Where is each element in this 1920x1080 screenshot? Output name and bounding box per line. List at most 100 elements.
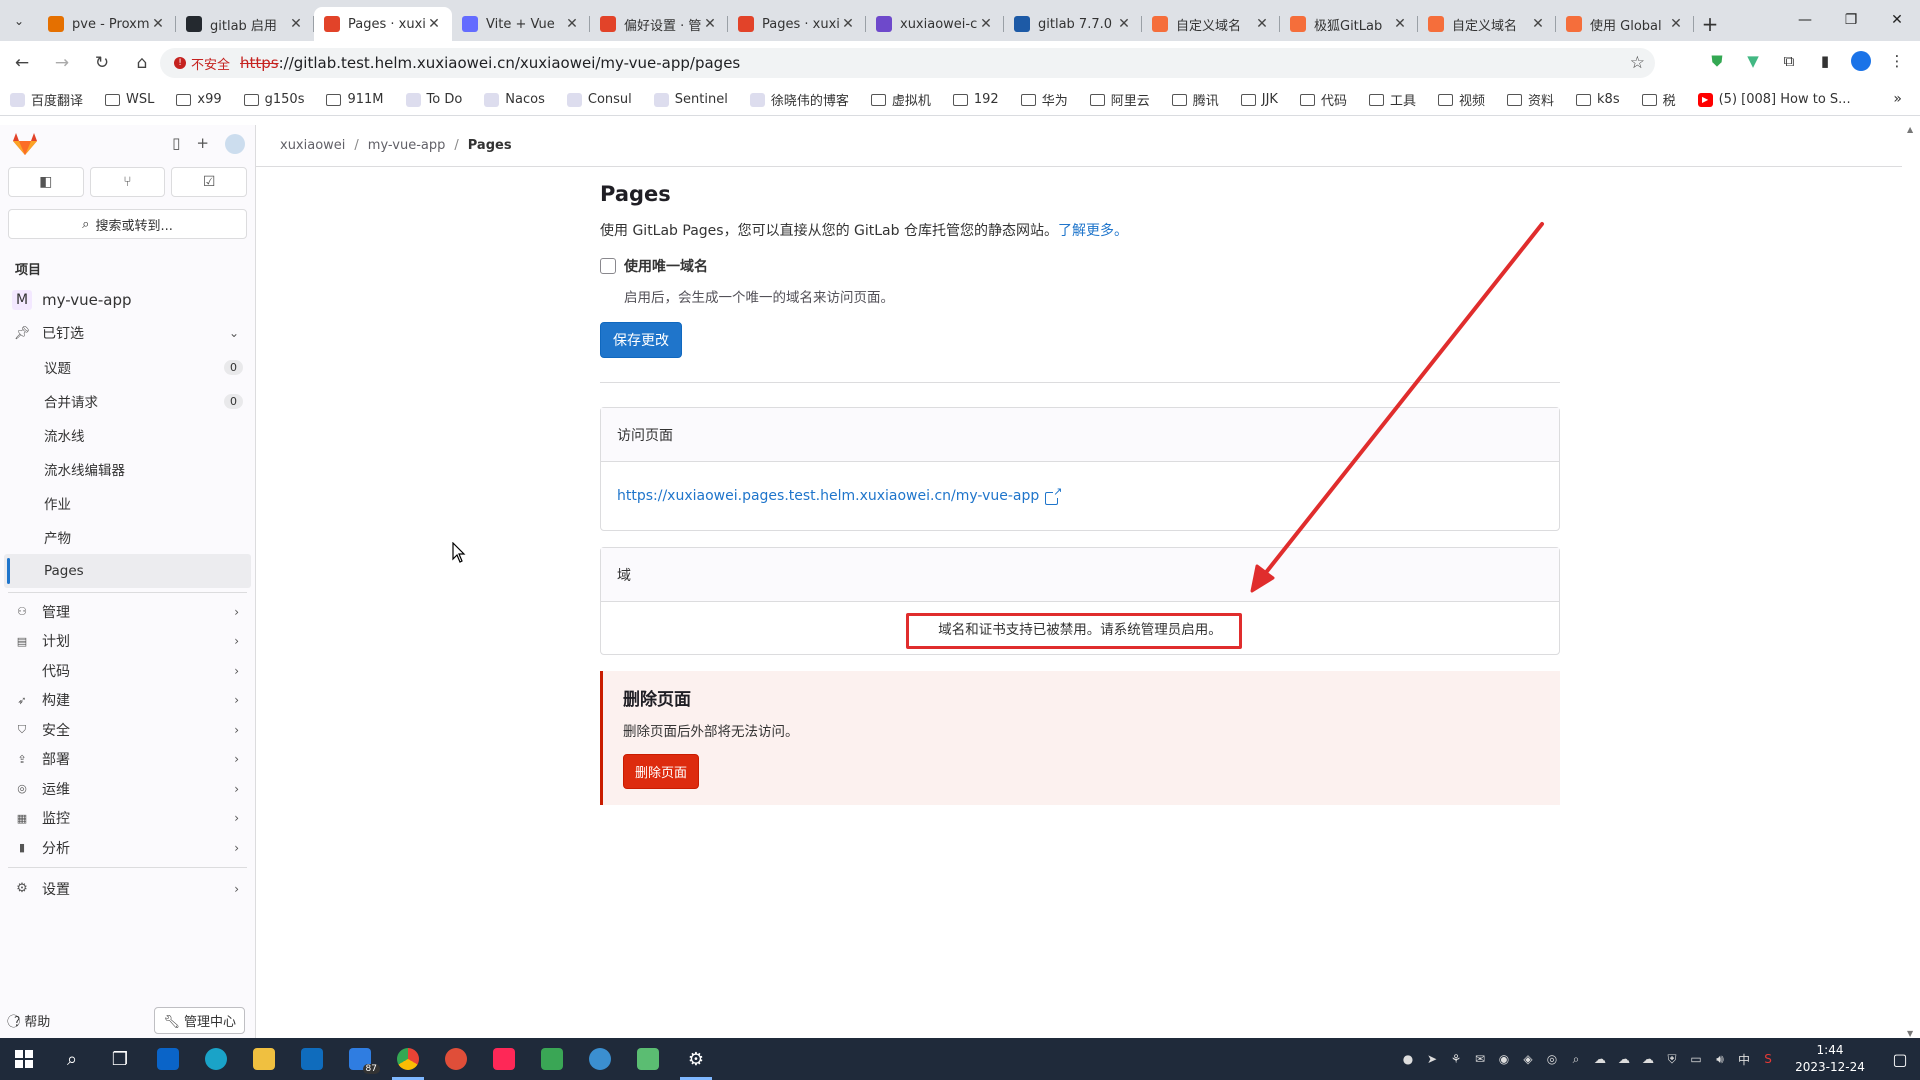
scroll-up-icon[interactable]: ▲ bbox=[1907, 125, 1913, 134]
taskbar-wechat-icon[interactable] bbox=[624, 1038, 672, 1080]
sidebar-pinned-item[interactable]: 作业 bbox=[0, 486, 255, 520]
sidebar-pinned-toggle[interactable]: 📌︎ 已钉选 ⌄ bbox=[0, 316, 255, 350]
security-indicator[interactable]: ! 不安全 bbox=[168, 54, 236, 73]
sidebar-item-settings[interactable]: ⚙ 设置 › bbox=[0, 872, 255, 906]
task-view-icon[interactable]: ❐ bbox=[96, 1038, 144, 1080]
bookmark-item[interactable]: 工具 bbox=[1368, 90, 1416, 109]
bookmark-item[interactable]: To Do bbox=[405, 92, 462, 107]
issues-icon[interactable]: ◧ bbox=[8, 167, 84, 197]
vue-devtools-icon[interactable]: ▼ bbox=[1742, 49, 1764, 73]
forward-button[interactable]: → bbox=[44, 47, 80, 79]
browser-tab[interactable]: 极狐GitLab ✕ bbox=[1280, 7, 1418, 41]
restore-button[interactable]: ❐ bbox=[1828, 0, 1874, 40]
tray-icon[interactable]: ⚘ bbox=[1444, 1038, 1468, 1080]
shield-extension-icon[interactable]: ⛊ bbox=[1706, 49, 1728, 73]
todos-icon[interactable]: ☑ bbox=[171, 167, 248, 197]
sidebar-group-item[interactable]: ▤ 计划 › bbox=[0, 627, 255, 657]
bookmark-item[interactable]: 税 bbox=[1641, 90, 1676, 109]
sidebar-group-item[interactable]: ⚇ 管理 › bbox=[0, 597, 255, 627]
merge-requests-icon[interactable]: ⑂ bbox=[89, 167, 166, 197]
browser-tab[interactable]: 自定义域名 ✕ bbox=[1142, 7, 1280, 41]
gitlab-logo-icon[interactable] bbox=[12, 132, 38, 156]
tab-close-icon[interactable]: ✕ bbox=[702, 16, 718, 32]
tab-close-icon[interactable]: ✕ bbox=[978, 16, 994, 32]
user-avatar[interactable] bbox=[225, 134, 245, 154]
sidebar-pinned-item[interactable]: Pages bbox=[4, 554, 251, 588]
tab-close-icon[interactable]: ✕ bbox=[1116, 16, 1132, 32]
browser-tab[interactable]: xuxiaowei-c ✕ bbox=[866, 7, 1004, 41]
tab-close-icon[interactable]: ✕ bbox=[150, 16, 166, 32]
delete-pages-button[interactable]: 删除页面 bbox=[623, 754, 700, 789]
browser-tab[interactable]: gitlab 启用 ✕ bbox=[176, 7, 314, 41]
sidebar-search-button[interactable]: ⌕ 搜索或转到... bbox=[8, 209, 247, 239]
scroll-down-icon[interactable]: ▼ bbox=[1907, 1029, 1913, 1038]
browser-tab[interactable]: pve - Proxm ✕ bbox=[38, 7, 176, 41]
taskbar-chart-app-icon[interactable] bbox=[528, 1038, 576, 1080]
new-tab-button[interactable]: + bbox=[1694, 7, 1726, 41]
browser-menu-icon[interactable]: ⋮ bbox=[1886, 49, 1908, 73]
home-button[interactable]: ⌂ bbox=[124, 47, 160, 79]
notification-center-icon[interactable]: ▢ bbox=[1880, 1038, 1920, 1080]
sidebar-project-link[interactable]: M my-vue-app bbox=[0, 284, 255, 316]
save-changes-button[interactable]: 保存更改 bbox=[600, 322, 682, 358]
tab-close-icon[interactable]: ✕ bbox=[1254, 16, 1270, 32]
tab-close-icon[interactable]: ✕ bbox=[840, 16, 856, 32]
bookmark-item[interactable]: 腾讯 bbox=[1171, 90, 1219, 109]
sidebar-group-item[interactable]: ▮ 分析 › bbox=[0, 833, 255, 863]
browser-tab[interactable]: gitlab 7.7.0 ✕ bbox=[1004, 7, 1142, 41]
tab-close-icon[interactable]: ✕ bbox=[426, 16, 442, 32]
bookmark-item[interactable]: Nacos bbox=[484, 92, 545, 107]
browser-tab[interactable]: Pages · xuxi ✕ bbox=[314, 7, 452, 41]
breadcrumb-item-project[interactable]: my-vue-app bbox=[368, 138, 446, 153]
bookmark-item[interactable]: ▶ (5) [008] How to S... bbox=[1697, 92, 1851, 107]
taskbar-todo-icon[interactable]: 87 bbox=[336, 1038, 384, 1080]
bookmarks-overflow-icon[interactable]: » bbox=[1893, 91, 1902, 107]
taskbar-settings-app-icon[interactable] bbox=[576, 1038, 624, 1080]
tray-icon[interactable]: ◈ bbox=[1516, 1038, 1540, 1080]
browser-tab[interactable]: 偏好设置 · 管 ✕ bbox=[590, 7, 728, 41]
tab-close-icon[interactable]: ✕ bbox=[1392, 16, 1408, 32]
taskbar-gear-app-icon[interactable]: ⚙ bbox=[672, 1038, 720, 1080]
bookmark-item[interactable]: k8s bbox=[1576, 92, 1620, 107]
help-button[interactable]: ?⃝ 帮助 bbox=[14, 1011, 50, 1030]
tray-telegram-icon[interactable]: ➤ bbox=[1420, 1038, 1444, 1080]
sidebar-group-item[interactable]: 代码 › bbox=[0, 656, 255, 686]
taskbar-edge-icon[interactable] bbox=[192, 1038, 240, 1080]
bookmark-item[interactable]: 华为 bbox=[1020, 90, 1068, 109]
profile-avatar[interactable] bbox=[1850, 49, 1872, 73]
volume-icon[interactable]: 🔊︎ bbox=[1708, 1038, 1732, 1080]
sidebar-pinned-item[interactable]: 议题 0 bbox=[0, 350, 255, 384]
bookmark-item[interactable]: 徐晓伟的博客 bbox=[749, 90, 849, 109]
sidebar-group-item[interactable]: ▦ 监控 › bbox=[0, 804, 255, 834]
bookmark-star-icon[interactable]: ☆ bbox=[1630, 53, 1645, 73]
tray-wechat-icon[interactable]: ✉ bbox=[1468, 1038, 1492, 1080]
taskbar-outlook-icon[interactable] bbox=[288, 1038, 336, 1080]
admin-area-button[interactable]: 🔧︎ 管理中心 bbox=[154, 1006, 245, 1034]
sidebar-pinned-item[interactable]: 流水线 bbox=[0, 418, 255, 452]
minimize-button[interactable]: — bbox=[1782, 0, 1828, 40]
sidebar-group-item[interactable]: ◎ 运维 › bbox=[0, 774, 255, 804]
sidebar-group-item[interactable]: ⇪ 部署 › bbox=[0, 745, 255, 775]
bookmark-item[interactable]: Consul bbox=[566, 92, 632, 107]
bookmark-item[interactable]: 911M bbox=[326, 92, 384, 107]
breadcrumb-current[interactable]: Pages bbox=[468, 138, 512, 153]
bookmark-item[interactable]: 虚拟机 bbox=[870, 90, 931, 109]
sidebar-pinned-item[interactable]: 流水线编辑器 bbox=[0, 452, 255, 486]
collapse-sidebar-icon[interactable]: ▯ bbox=[172, 134, 180, 154]
sidebar-group-item[interactable]: ➶ 构建 › bbox=[0, 686, 255, 716]
ime-indicator[interactable]: 中 bbox=[1732, 1038, 1756, 1080]
create-new-icon[interactable]: + bbox=[196, 134, 209, 154]
sidebar-pinned-item[interactable]: 产物 bbox=[0, 520, 255, 554]
address-bar[interactable]: ! 不安全 https://gitlab.test.helm.xuxiaowei… bbox=[160, 48, 1655, 78]
tab-close-icon[interactable]: ✕ bbox=[1668, 16, 1684, 32]
sidebar-group-item[interactable]: ⛉ 安全 › bbox=[0, 715, 255, 745]
browser-tab[interactable]: 使用 Global ✕ bbox=[1556, 7, 1694, 41]
side-panel-icon[interactable]: ▮ bbox=[1814, 49, 1836, 73]
pages-url-link[interactable]: https://xuxiaowei.pages.test.helm.xuxiao… bbox=[617, 488, 1039, 504]
bookmark-item[interactable]: WSL bbox=[105, 92, 154, 107]
tray-sogou-icon[interactable]: S bbox=[1756, 1038, 1780, 1080]
browser-tab[interactable]: 自定义域名 ✕ bbox=[1418, 7, 1556, 41]
close-window-button[interactable]: ✕ bbox=[1874, 0, 1920, 40]
taskbar-search-icon[interactable]: ⌕ bbox=[48, 1038, 96, 1080]
tray-search-icon[interactable]: ⌕ bbox=[1564, 1038, 1588, 1080]
